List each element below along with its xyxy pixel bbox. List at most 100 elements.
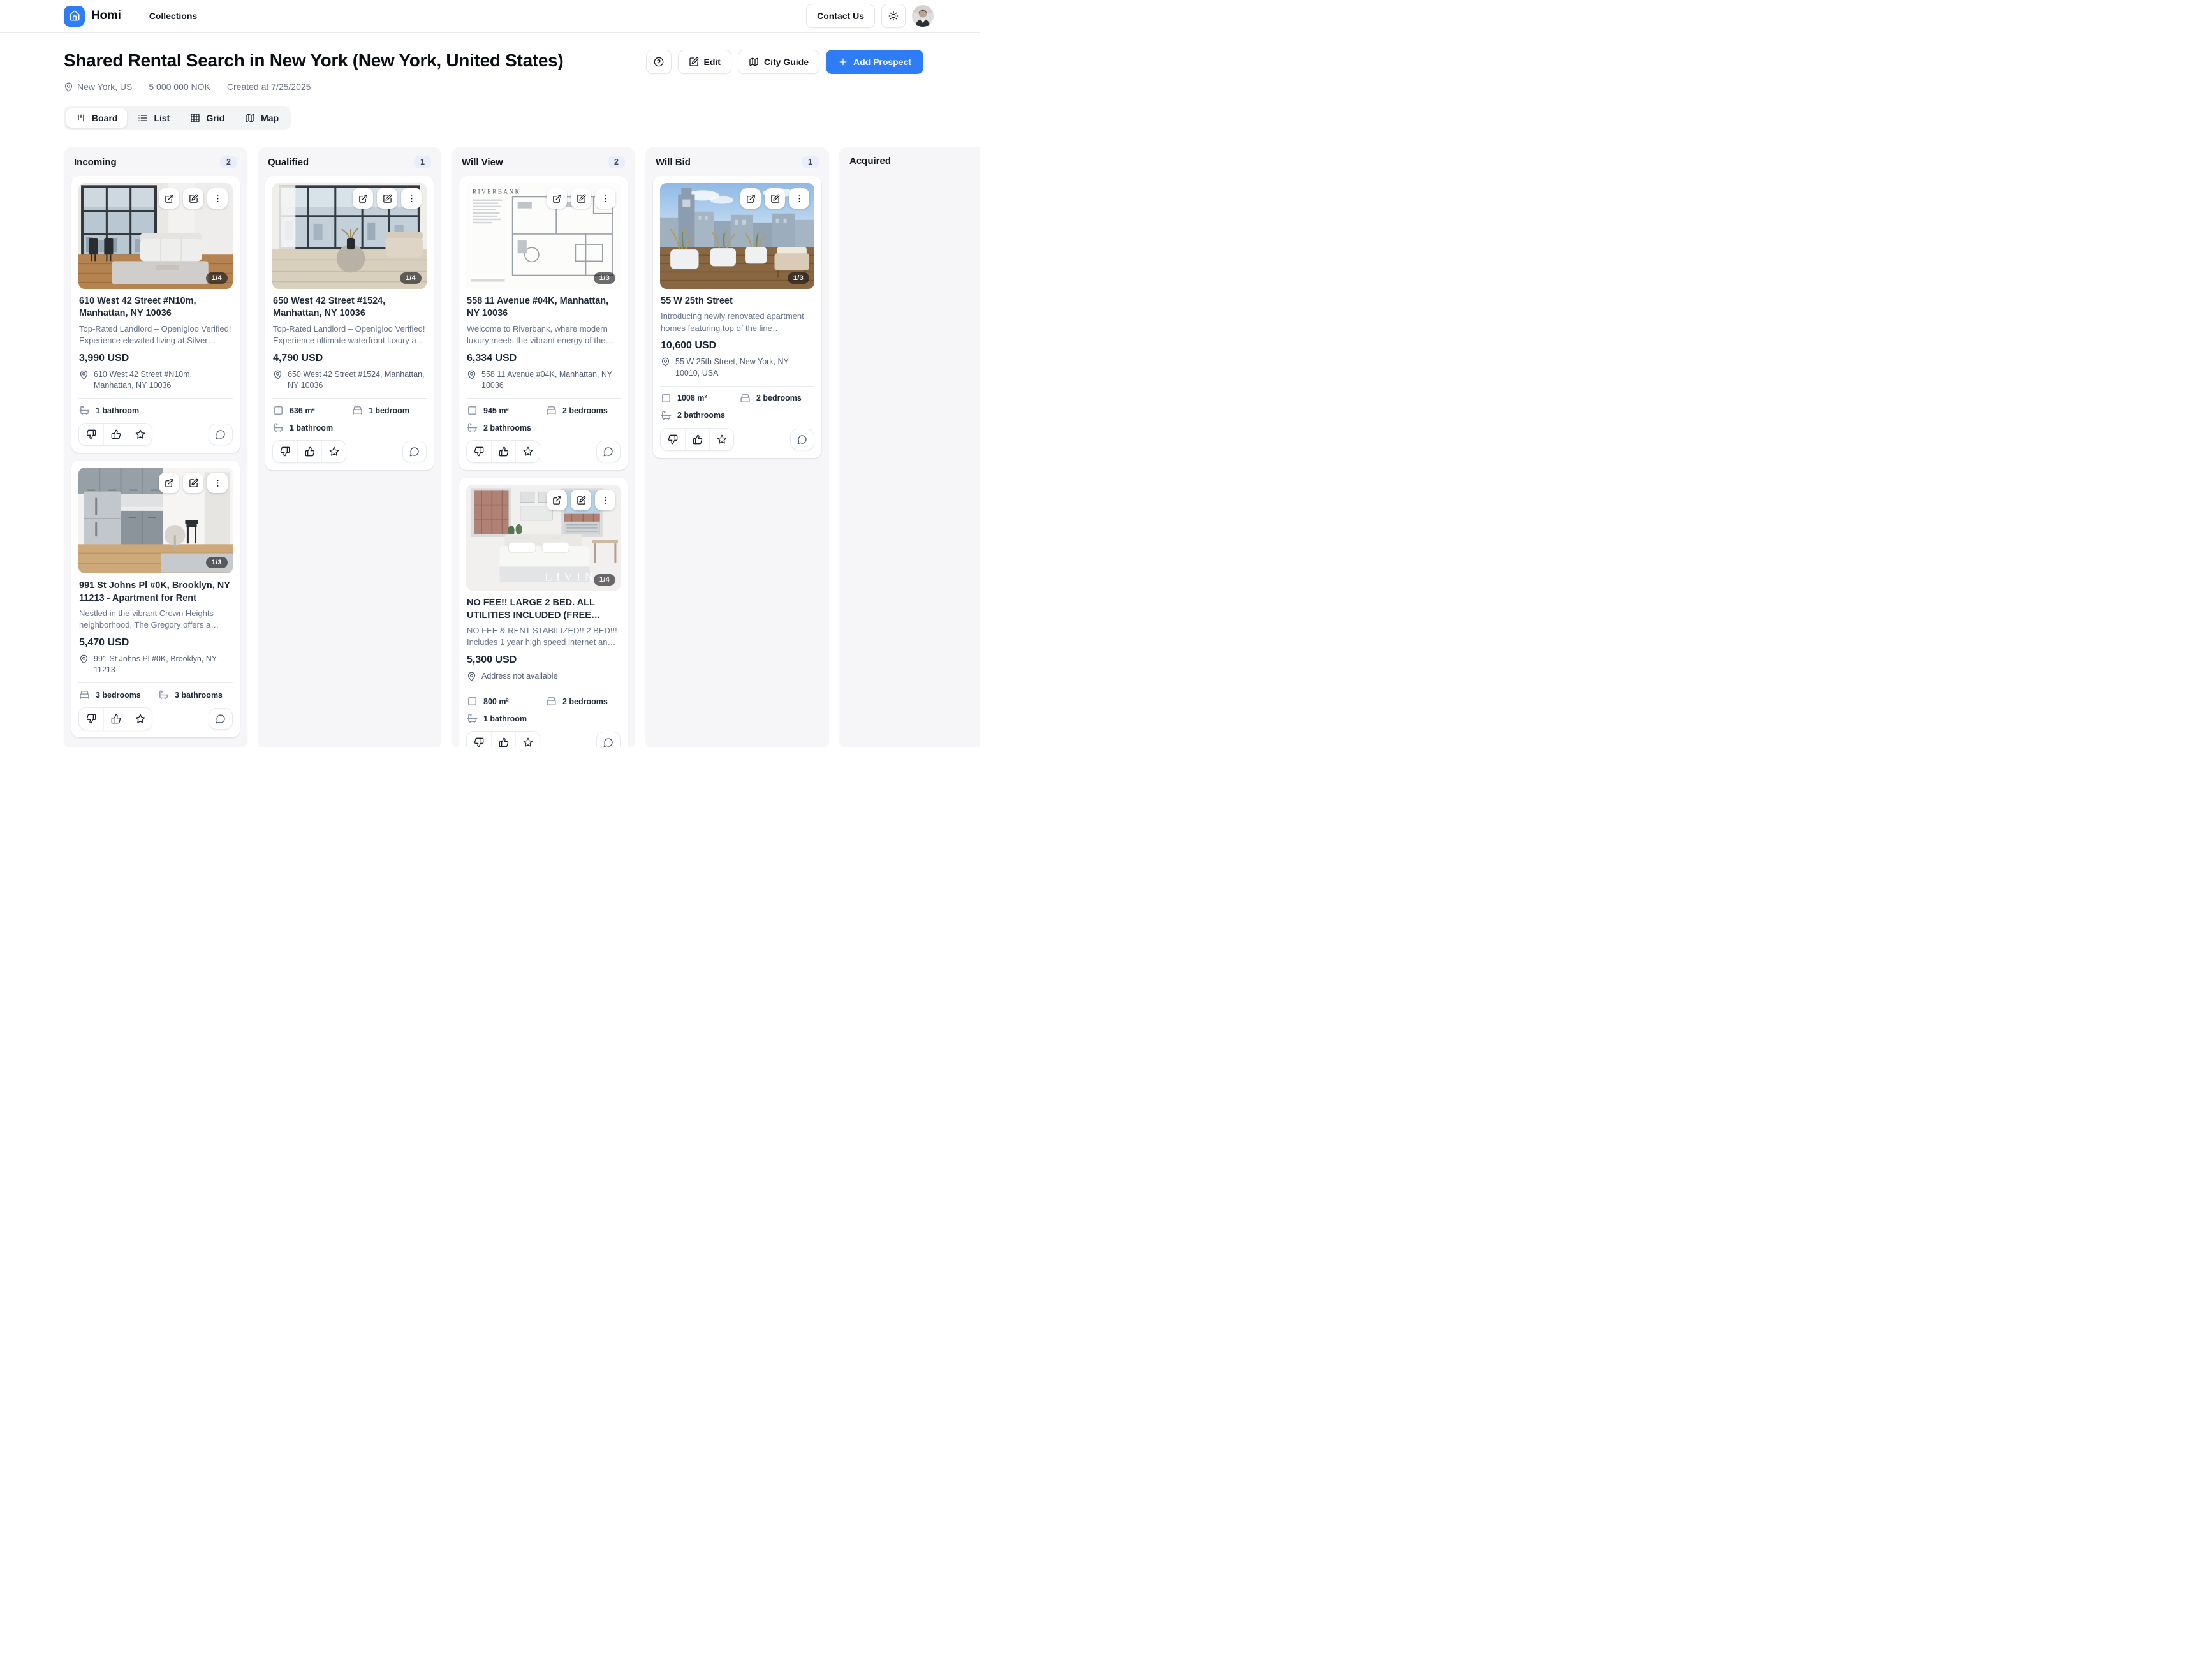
card-menu-button[interactable] xyxy=(595,188,615,209)
thumbs-down-button[interactable] xyxy=(467,441,491,462)
edit-prospect-button[interactable] xyxy=(183,473,203,493)
column-will-bid: Will Bid 1 xyxy=(645,147,829,747)
board-scroll-area[interactable]: Incoming 2 xyxy=(0,147,980,747)
thumbs-up-button[interactable] xyxy=(103,708,128,730)
card-menu-button[interactable] xyxy=(789,188,809,209)
kanban-icon xyxy=(76,113,86,123)
add-prospect-button[interactable]: Add Prospect xyxy=(826,50,923,74)
tab-map[interactable]: Map xyxy=(235,108,288,128)
amenity-label: 945 m² xyxy=(483,406,509,415)
tab-grid[interactable]: Grid xyxy=(180,108,234,128)
prospect-card[interactable]: 1/3 991 St Johns Pl #0K, Brooklyn, NY 11… xyxy=(71,461,240,737)
thumbs-down-button[interactable] xyxy=(467,732,491,747)
avatar-photo xyxy=(912,5,934,27)
card-price: 6,334 USD xyxy=(467,353,620,364)
amenity-bathrooms: 3 bathrooms xyxy=(158,689,232,700)
homi-logo[interactable] xyxy=(64,6,85,27)
open-listing-button[interactable] xyxy=(159,188,179,209)
rooftop-terrace-photo: 1/3 xyxy=(660,183,814,289)
card-description: NO FEE & RENT STABILIZED!! 2 BED!!! Incl… xyxy=(467,625,620,649)
edit-prospect-button[interactable] xyxy=(765,188,785,209)
house-icon xyxy=(69,10,80,22)
edit-prospect-button[interactable] xyxy=(183,188,203,209)
comment-button[interactable] xyxy=(402,441,427,462)
tab-board[interactable]: Board xyxy=(66,108,127,128)
amenity-label: 2 bathrooms xyxy=(483,424,531,432)
thumbs-down-button[interactable] xyxy=(661,429,685,450)
comment-button[interactable] xyxy=(209,424,233,445)
thumbs-up-icon xyxy=(499,446,509,457)
city-guide-button[interactable]: City Guide xyxy=(738,50,819,74)
card-menu-button[interactable] xyxy=(207,473,228,493)
open-listing-button[interactable] xyxy=(547,188,567,209)
edit-button[interactable]: Edit xyxy=(678,50,731,74)
area-icon xyxy=(467,405,478,416)
edit-prospect-button[interactable] xyxy=(377,188,397,209)
thumbs-up-button[interactable] xyxy=(491,732,515,747)
thumbs-up-button[interactable] xyxy=(297,441,321,462)
comment-button[interactable] xyxy=(209,708,233,730)
comment-icon xyxy=(603,446,613,457)
thumbs-up-button[interactable] xyxy=(685,429,709,450)
vote-group xyxy=(466,731,540,747)
star-icon xyxy=(523,737,533,747)
amenity-bedrooms: 2 bedrooms xyxy=(546,696,620,707)
tab-grid-label: Grid xyxy=(206,113,224,123)
prospect-card[interactable]: LIVING 1/4 NO FEE!! LARGE 2 BED. ALL UTI… xyxy=(459,478,628,747)
open-listing-button[interactable] xyxy=(547,490,567,510)
comment-button[interactable] xyxy=(596,732,621,747)
open-listing-button[interactable] xyxy=(740,188,761,209)
favorite-button[interactable] xyxy=(321,441,346,462)
amenity-bedrooms: 1 bedroom xyxy=(352,405,426,416)
card-address: 55 W 25th Street, New York, NY 10010, US… xyxy=(661,357,814,379)
prospect-card[interactable]: RIVERBANK xyxy=(459,176,628,470)
open-listing-button[interactable] xyxy=(353,188,373,209)
card-address: 610 West 42 Street #N10m, Manhattan, NY … xyxy=(79,369,232,392)
thumbs-down-button[interactable] xyxy=(79,424,103,445)
prospect-card[interactable]: 1/4 650 West 42 Street #1524, Manhattan,… xyxy=(265,176,434,470)
amenity-bedrooms: 2 bedrooms xyxy=(740,393,814,404)
card-address-text: Address not available xyxy=(481,671,558,682)
thumbs-up-button[interactable] xyxy=(491,441,515,462)
prospect-card[interactable]: 1/4 610 West 42 Street #N10m, Manhattan,… xyxy=(71,176,240,453)
comment-button[interactable] xyxy=(790,429,814,450)
prospect-card[interactable]: 1/3 55 W 25th Street Introducing newly r… xyxy=(653,176,821,458)
nav-collections[interactable]: Collections xyxy=(149,11,197,21)
tab-list[interactable]: List xyxy=(128,108,179,128)
card-menu-button[interactable] xyxy=(401,188,422,209)
favorite-button[interactable] xyxy=(515,732,540,747)
bed-icon xyxy=(546,696,557,707)
favorite-button[interactable] xyxy=(515,441,540,462)
card-title: NO FEE!! LARGE 2 BED. ALL UTILITIES INCL… xyxy=(467,597,620,622)
amenity-label: 3 bedrooms xyxy=(96,691,141,700)
amenity-bedrooms: 3 bedrooms xyxy=(79,689,153,700)
thumbs-down-button[interactable] xyxy=(273,441,297,462)
kebab-menu-icon xyxy=(407,194,416,203)
external-link-icon xyxy=(552,194,562,203)
photo-count-badge: 1/3 xyxy=(206,557,228,568)
favorite-button[interactable] xyxy=(128,708,152,730)
star-icon xyxy=(135,429,145,439)
card-menu-button[interactable] xyxy=(207,188,228,209)
bath-icon xyxy=(158,689,169,700)
favorite-button[interactable] xyxy=(709,429,733,450)
vote-group xyxy=(78,423,152,446)
thumbs-down-icon xyxy=(86,429,96,439)
location-pin-icon xyxy=(79,370,89,379)
favorite-button[interactable] xyxy=(128,424,152,445)
card-menu-button[interactable] xyxy=(595,490,615,510)
comment-button[interactable] xyxy=(596,441,621,462)
contact-us-button[interactable]: Contact Us xyxy=(806,4,875,28)
help-button[interactable] xyxy=(646,50,672,74)
theme-toggle-button[interactable] xyxy=(881,4,906,28)
user-avatar[interactable] xyxy=(912,5,934,27)
vote-group xyxy=(466,440,540,463)
edit-prospect-button[interactable] xyxy=(571,490,591,510)
thumbs-up-button[interactable] xyxy=(103,424,128,445)
card-title: 610 West 42 Street #N10m, Manhattan, NY … xyxy=(79,295,232,320)
open-listing-button[interactable] xyxy=(159,473,179,493)
kebab-menu-icon xyxy=(601,496,610,505)
photo-count-badge: 1/3 xyxy=(594,272,615,284)
thumbs-down-button[interactable] xyxy=(79,708,103,730)
edit-prospect-button[interactable] xyxy=(571,188,591,209)
